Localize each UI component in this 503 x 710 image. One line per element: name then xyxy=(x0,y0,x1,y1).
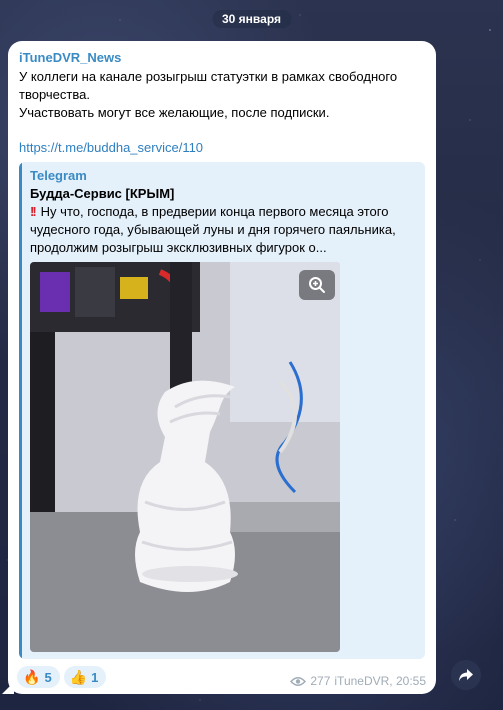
channel-name[interactable]: iTuneDVR_News xyxy=(19,50,425,65)
reaction-fire[interactable]: 🔥 5 xyxy=(17,666,60,688)
buddha-figurine-photo xyxy=(30,262,340,652)
link-preview[interactable]: Telegram Будда-Сервис [КРЫМ] !! Ну что, г… xyxy=(19,162,425,659)
message-text-line: У коллеги на канале розыгрыш статуэтки в… xyxy=(19,69,398,102)
views-count: 277 xyxy=(310,674,331,688)
reaction-thumbs-up[interactable]: 👍 1 xyxy=(63,666,107,688)
reactions-bar: 🔥 5 👍 1 xyxy=(17,666,107,688)
message-link[interactable]: https://t.me/buddha_service/110 xyxy=(19,139,203,157)
share-button[interactable] xyxy=(451,660,481,690)
preview-description: !! Ну что, господа, в предверии конца пер… xyxy=(30,203,417,257)
thumbs-up-icon: 👍 xyxy=(69,669,88,685)
eye-icon xyxy=(290,676,307,686)
author-time: iTuneDVR, 20:55 xyxy=(334,674,426,688)
zoom-in-icon xyxy=(309,277,325,293)
share-arrow-icon xyxy=(459,669,473,681)
message-meta: 277 iTuneDVR, 20:55 xyxy=(290,674,426,688)
zoom-button[interactable] xyxy=(299,270,335,300)
preview-photo[interactable] xyxy=(30,262,340,652)
fire-icon: 🔥 xyxy=(23,669,41,685)
message-bubble: iTuneDVR_News У коллеги на канале розыгр… xyxy=(8,41,436,694)
message-text-line: Участвовать могут все желающие, после по… xyxy=(19,105,330,120)
message-text: У коллеги на канале розыгрыш статуэтки в… xyxy=(19,68,425,122)
preview-title: Будда-Сервис [КРЫМ] xyxy=(30,186,175,201)
double-exclamation-icon: !! xyxy=(30,204,37,219)
reaction-count: 1 xyxy=(91,669,99,685)
date-divider: 30 января xyxy=(212,10,291,28)
reaction-count: 5 xyxy=(44,669,52,685)
preview-description-text: Ну что, господа, в предверии конца перво… xyxy=(30,204,396,255)
preview-site-name: Telegram xyxy=(30,168,87,183)
